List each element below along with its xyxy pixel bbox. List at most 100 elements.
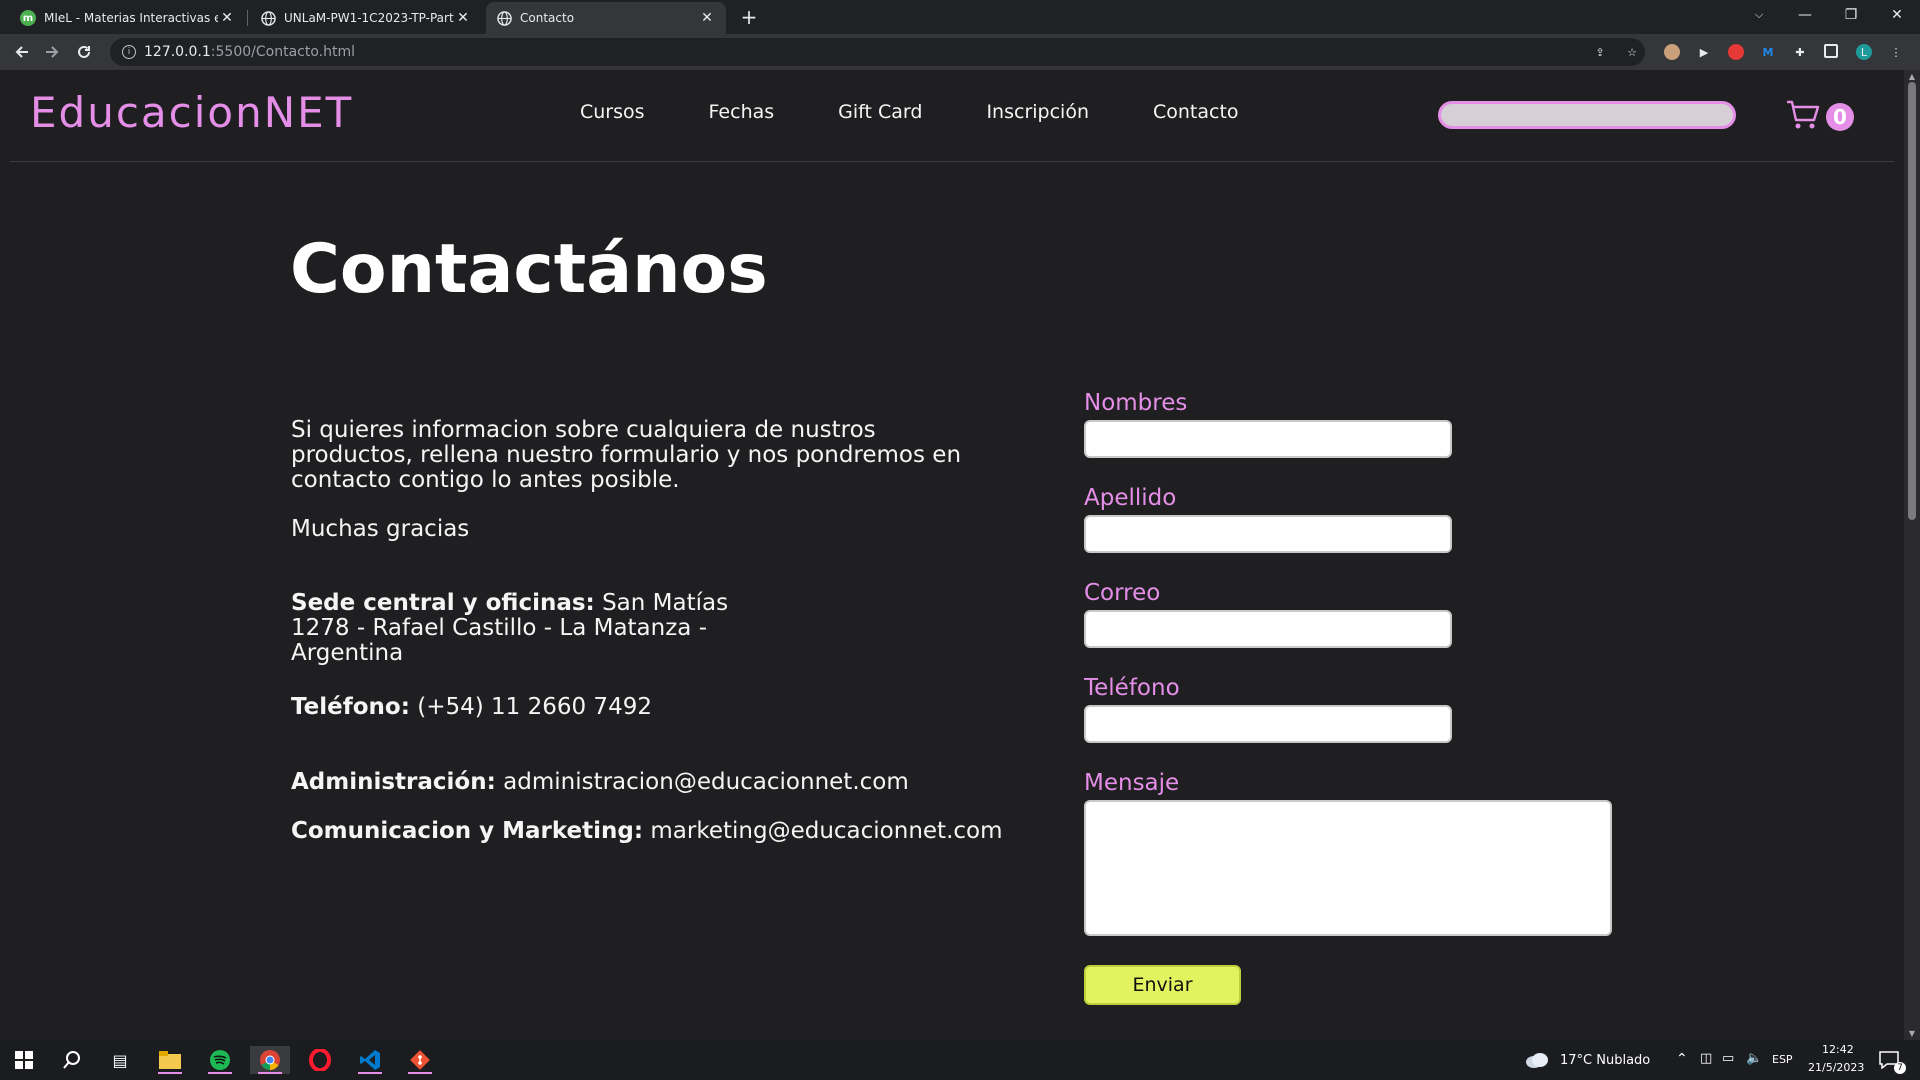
browser-tabstrip: m MIeL - Materias Interactivas en Lí ✕ U… [0, 0, 1920, 34]
apellido-label: Apellido [1084, 485, 1177, 511]
new-tab-button[interactable]: + [738, 6, 760, 28]
window-close-button[interactable]: ✕ [1874, 0, 1920, 30]
back-arrow-icon [15, 46, 28, 58]
nav-link-fechas[interactable]: Fechas [709, 101, 775, 123]
spotify-icon[interactable] [200, 1046, 240, 1074]
cart-icon[interactable] [1786, 98, 1820, 132]
extension-icon[interactable]: M [1760, 44, 1776, 60]
file-explorer-icon[interactable] [150, 1046, 190, 1074]
correo-field[interactable] [1084, 610, 1452, 648]
windows-start-icon[interactable] [4, 1046, 44, 1074]
marketing-email-info: Comunicacion y Marketing: marketing@educ… [291, 819, 1051, 844]
clock-date[interactable]: 21/5/2023 [1808, 1061, 1864, 1074]
enviar-button[interactable]: Enviar [1084, 965, 1241, 1005]
address-bar[interactable]: i 127.0.0.1:5500/Contacto.html [110, 38, 1645, 66]
office-address: Sede central y oficinas: San Matías 1278… [291, 591, 791, 666]
url-path: :5500/Contacto.html [210, 44, 355, 60]
side-panel-icon[interactable] [1824, 44, 1838, 58]
nombres-label: Nombres [1084, 390, 1188, 416]
main-nav: Cursos Fechas Gift Card Inscripción Cont… [580, 101, 1239, 123]
close-icon[interactable]: ✕ [698, 10, 716, 26]
running-indicator [158, 1072, 182, 1074]
back-button[interactable] [10, 40, 34, 64]
running-indicator [358, 1072, 382, 1074]
cart-count-badge: 0 [1826, 103, 1854, 131]
notification-count: 7 [1894, 1062, 1906, 1074]
puzzle-extensions-icon[interactable]: ✚ [1792, 44, 1808, 60]
admin-label: Administración: [291, 769, 496, 795]
search-input[interactable] [1438, 101, 1736, 129]
globe-icon [496, 10, 512, 26]
tab-separator [247, 10, 248, 26]
scroll-down-icon[interactable]: ▼ [1907, 1029, 1917, 1038]
page-viewport: EducacionNET Cursos Fechas Gift Card Ins… [0, 70, 1904, 1040]
extension-icon[interactable] [1664, 44, 1680, 60]
clock-time[interactable]: 12:42 [1822, 1043, 1854, 1056]
reload-icon [78, 45, 90, 58]
play-extension-icon[interactable]: ▶ [1696, 44, 1712, 60]
opera-icon[interactable] [300, 1046, 340, 1074]
cloud-weather-icon [1522, 1046, 1552, 1074]
browser-toolbar: i 127.0.0.1:5500/Contacto.html ⇪ ☆ ▶ M ✚… [0, 34, 1920, 70]
telefono-label: Teléfono [1084, 675, 1180, 701]
chrome-icon[interactable] [250, 1046, 290, 1074]
bookmark-star-icon[interactable]: ☆ [1624, 44, 1640, 60]
nombres-field[interactable] [1084, 420, 1452, 458]
thanks-text: Muchas gracias [291, 516, 470, 542]
tab-contacto[interactable]: Contacto ✕ [486, 2, 726, 34]
marketing-label: Comunicacion y Marketing: [291, 818, 644, 844]
vscode-icon[interactable] [350, 1046, 390, 1074]
site-logo[interactable]: EducacionNET [30, 88, 353, 137]
globe-icon [260, 10, 276, 26]
language-indicator[interactable]: ESP [1772, 1053, 1793, 1066]
office-label: Sede central y oficinas: [291, 590, 595, 616]
url-host: 127.0.0.1 [144, 44, 211, 60]
menu-kebab-icon[interactable]: ⋮ [1888, 44, 1904, 60]
forward-arrow-icon [46, 46, 59, 58]
phone-info: Teléfono: (+54) 11 2660 7492 [291, 695, 1011, 720]
task-view-icon[interactable]: ▤ [100, 1046, 140, 1074]
tab-unlam[interactable]: UNLaM-PW1-1C2023-TP-Parte1 ✕ [250, 2, 482, 34]
tab-miel[interactable]: m MIeL - Materias Interactivas en Lí ✕ [10, 2, 246, 34]
share-icon[interactable]: ⇪ [1592, 44, 1608, 60]
close-icon[interactable]: ✕ [218, 10, 236, 26]
nav-link-contacto[interactable]: Contacto [1153, 101, 1239, 123]
notifications-icon[interactable]: 7 [1874, 1046, 1906, 1074]
scroll-up-icon[interactable]: ▲ [1907, 72, 1917, 81]
tab-search-icon[interactable]: ⌵ [1736, 0, 1782, 30]
page-scrollbar[interactable]: ▲ ▼ [1904, 70, 1920, 1040]
mensaje-textarea[interactable] [1084, 800, 1612, 936]
nav-link-gift-card[interactable]: Gift Card [838, 101, 922, 123]
meet-icon[interactable]: ◫ [1700, 1051, 1712, 1066]
miel-favicon-icon: m [20, 10, 36, 26]
telefono-field[interactable] [1084, 705, 1452, 743]
forward-button[interactable] [40, 40, 64, 64]
correo-label: Correo [1084, 580, 1161, 606]
admin-email: administracion@educacionnet.com [503, 769, 909, 795]
profile-avatar[interactable]: L [1856, 44, 1872, 60]
running-indicator [408, 1072, 432, 1074]
windows-taskbar: ▤ 17°C Nublado ⌃ ◫ ▭ 🔈 ESP 12:42 21/5/20… [0, 1040, 1920, 1080]
close-icon[interactable]: ✕ [454, 10, 472, 26]
volume-icon[interactable]: 🔈 [1746, 1051, 1762, 1066]
minimize-button[interactable]: — [1782, 0, 1828, 30]
tab-title: MIeL - Materias Interactivas en Lí [44, 11, 218, 25]
extension-icon[interactable] [1728, 44, 1744, 60]
git-icon[interactable] [400, 1046, 440, 1074]
contact-intro-text: Si quieres informacion sobre cualquiera … [291, 417, 962, 493]
profile-initial: L [1860, 45, 1868, 59]
reload-button[interactable] [72, 40, 96, 64]
tab-title: UNLaM-PW1-1C2023-TP-Parte1 [284, 11, 454, 25]
search-icon[interactable] [52, 1046, 92, 1074]
weather-text[interactable]: 17°C Nublado [1560, 1053, 1650, 1068]
nav-link-cursos[interactable]: Cursos [580, 101, 645, 123]
site-header: EducacionNET Cursos Fechas Gift Card Ins… [10, 70, 1894, 162]
site-info-icon[interactable]: i [122, 45, 136, 59]
nav-link-inscripcion[interactable]: Inscripción [986, 101, 1089, 123]
restore-button[interactable]: ❐ [1828, 0, 1874, 30]
network-icon[interactable]: ▭ [1722, 1051, 1734, 1066]
scrollbar-thumb[interactable] [1908, 82, 1916, 520]
apellido-field[interactable] [1084, 515, 1452, 553]
chevron-up-icon[interactable]: ⌃ [1676, 1051, 1688, 1067]
mensaje-label: Mensaje [1084, 770, 1180, 796]
